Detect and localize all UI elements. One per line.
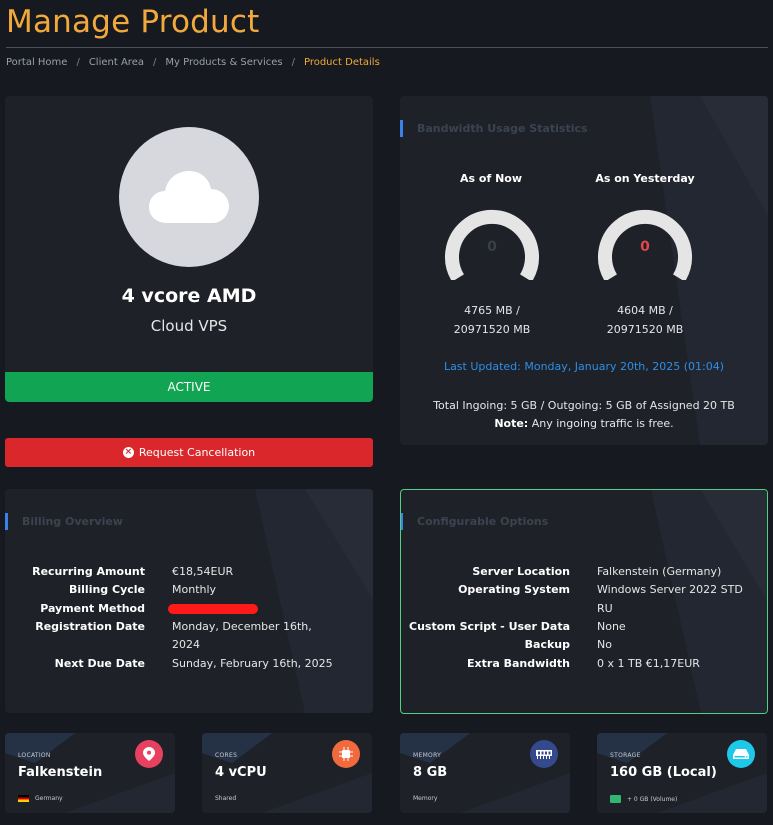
bandwidth-title: Bandwidth Usage Statistics — [400, 120, 588, 137]
bandwidth-total: Total Ingoing: 5 GB / Outgoing: 5 GB of … — [433, 399, 735, 412]
stat-memory-caption: MEMORY — [413, 752, 442, 759]
breadcrumb-my-products[interactable]: My Products & Services — [165, 57, 282, 68]
configurable-options-panel: Configurable Options Server Location Fal… — [400, 489, 768, 714]
breadcrumb-client-area[interactable]: Client Area — [89, 57, 144, 68]
billing-title: Billing Overview — [5, 513, 123, 530]
operating-system-line1: Windows Server 2022 STD — [597, 583, 743, 597]
product-group: Cloud VPS — [150, 317, 228, 335]
request-cancellation-button[interactable]: × Request Cancellation — [5, 438, 373, 467]
stat-card-memory: MEMORY 8 GB Memory — [400, 733, 570, 813]
stat-location-sub: Germany — [18, 795, 63, 802]
volume-icon — [610, 795, 621, 803]
backup-value: No — [597, 638, 612, 652]
bandwidth-summary: Total Ingoing: 5 GB / Outgoing: 5 GB of … — [400, 397, 768, 433]
stat-card-storage: STORAGE 160 GB (Local) + 0 GB (Volume) — [597, 733, 767, 813]
hard-drive-icon — [727, 740, 755, 768]
custom-script-value: None — [597, 619, 626, 633]
config-title: Configurable Options — [401, 513, 548, 530]
stat-storage-sub-text: + 0 GB (Volume) — [627, 795, 678, 803]
cloud-icon — [149, 171, 229, 223]
germany-flag-icon — [18, 795, 29, 802]
bandwidth-panel: Bandwidth Usage Statistics As of Now 0 4… — [400, 96, 768, 445]
registration-date-line2: 2024 — [172, 638, 200, 652]
operating-system-value: Windows Server 2022 STD RU — [597, 581, 743, 618]
next-due-date-label: Next Due Date — [54, 656, 145, 670]
billing-cycle-label: Billing Cycle — [69, 583, 145, 597]
billing-details: Recurring Amount €18,54EUR Billing Cycle… — [5, 563, 373, 693]
stat-card-cores: CORES 4 vCPU Shared — [202, 733, 372, 813]
config-details: Server Location Falkenstein (Germany) Op… — [401, 563, 767, 693]
next-due-date-value: Sunday, February 16th, 2025 — [172, 656, 333, 670]
map-pin-icon — [135, 740, 163, 768]
stat-cores-value: 4 vCPU — [215, 765, 267, 780]
custom-script-label: Custom Script - User Data — [409, 619, 570, 633]
breadcrumb-portal-home[interactable]: Portal Home — [6, 57, 67, 68]
gauge-yesterday-value: 0 — [640, 239, 650, 255]
bandwidth-note: Note: Any ingoing traffic is free. — [400, 415, 768, 433]
close-circle-icon: × — [122, 447, 134, 458]
stat-cores-caption: CORES — [215, 752, 238, 759]
gauge-yesterday-limit: 20971520 MB — [606, 323, 684, 336]
stat-location-caption: LOCATION — [18, 752, 51, 759]
breadcrumb: Portal Home / Client Area / My Products … — [6, 57, 380, 68]
breadcrumb-product-details: Product Details — [303, 57, 380, 68]
stat-memory-value: 8 GB — [413, 765, 448, 780]
memory-icon — [530, 740, 558, 768]
extra-bandwidth-label: Extra Bandwidth — [467, 656, 570, 670]
billing-overview-panel: Billing Overview Recurring Amount €18,54… — [5, 489, 373, 713]
bandwidth-note-label: Note: — [494, 417, 529, 430]
product-card: 4 vcore AMD Cloud VPS ACTIVE — [5, 96, 373, 402]
gauge-now-value: 0 — [487, 239, 497, 255]
stat-location-sub-text: Germany — [35, 795, 63, 802]
gauge-yesterday-label: As on Yesterday — [595, 172, 695, 185]
billing-cycle-value: Monthly — [172, 583, 217, 597]
operating-system-label: Operating System — [458, 583, 570, 597]
registration-date-label: Registration Date — [35, 619, 145, 633]
registration-date-line1: Monday, December 16th, — [172, 619, 312, 633]
request-cancellation-label: Request Cancellation — [138, 446, 256, 459]
page-title: Manage Product — [6, 4, 260, 40]
stat-memory-sub: Memory — [413, 795, 438, 802]
backup-label: Backup — [524, 638, 570, 652]
gauge-now-limit: 20971520 MB — [453, 323, 531, 336]
server-location-value: Falkenstein (Germany) — [597, 565, 722, 578]
product-avatar — [119, 127, 259, 267]
breadcrumb-separator: / — [152, 57, 157, 68]
operating-system-line2: RU — [597, 601, 613, 615]
breadcrumb-separator: / — [76, 57, 80, 68]
gauge-yesterday-usage: 4604 MB / 20971520 MB — [575, 301, 715, 339]
breadcrumb-separator: / — [291, 57, 295, 68]
recurring-amount-label: Recurring Amount — [32, 565, 145, 578]
server-location-label: Server Location — [472, 565, 570, 578]
gauge-now-label: As of Now — [460, 172, 522, 185]
stat-storage-value: 160 GB (Local) — [610, 765, 717, 780]
bandwidth-last-updated: Last Updated: Monday, January 20th, 2025… — [443, 360, 725, 373]
stat-storage-caption: STORAGE — [610, 752, 641, 759]
product-name: 4 vcore AMD — [121, 285, 257, 307]
status-badge: ACTIVE — [5, 372, 373, 402]
title-divider — [6, 47, 768, 48]
gauge-now-used: 4765 MB / — [464, 304, 520, 317]
bandwidth-note-text: Any ingoing traffic is free. — [531, 417, 674, 430]
payment-method-value — [168, 600, 258, 618]
gauge-now-usage: 4765 MB / 20971520 MB — [422, 301, 562, 339]
cpu-icon — [332, 740, 360, 768]
registration-date-value: Monday, December 16th, 2024 — [172, 618, 312, 655]
stat-location-value: Falkenstein — [18, 765, 103, 780]
stat-storage-sub: + 0 GB (Volume) — [610, 795, 677, 803]
gauge-yesterday-used: 4604 MB / — [617, 304, 673, 317]
redacted-mark — [168, 603, 258, 614]
recurring-amount-value: €18,54EUR — [172, 565, 234, 578]
extra-bandwidth-value: 0 x 1 TB €1,17EUR — [597, 656, 700, 670]
stat-card-location: LOCATION Falkenstein Germany — [5, 733, 175, 813]
payment-method-label: Payment Method — [40, 601, 145, 615]
stat-cores-sub: Shared — [215, 795, 237, 802]
